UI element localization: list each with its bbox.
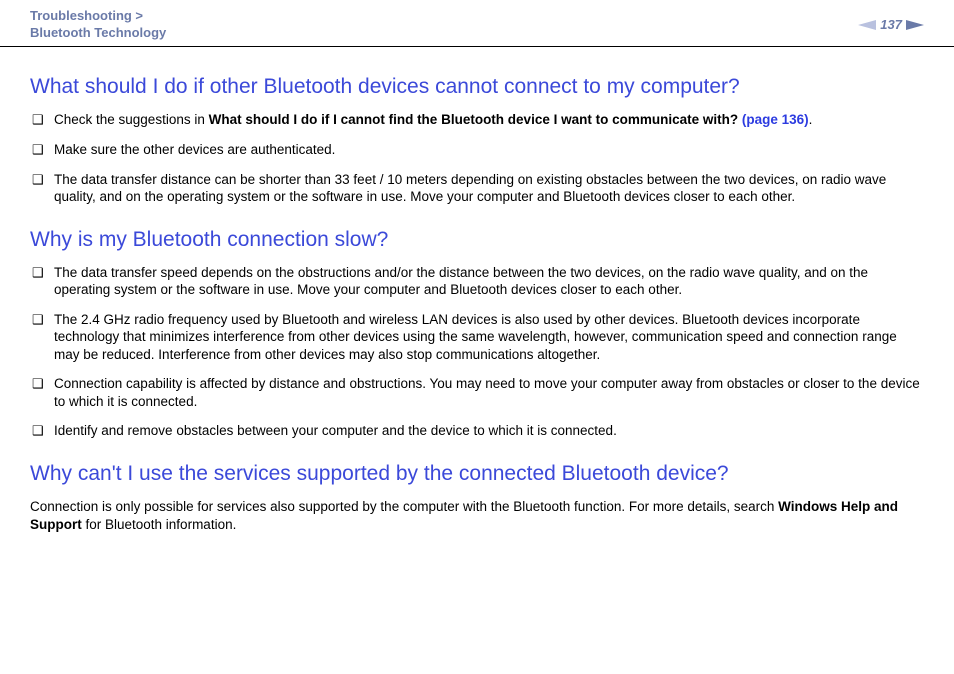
section-2-list: ❑ The data transfer speed depends on the… [30,264,924,441]
list-item-text: Identify and remove obstacles between yo… [54,422,924,440]
list-item-text: The 2.4 GHz radio frequency used by Blue… [54,311,924,364]
section-heading-3: Why can't I use the services supported b… [30,462,924,486]
list-item: ❑ The 2.4 GHz radio frequency used by Bl… [30,311,924,364]
list-item-text: Connection capability is affected by dis… [54,375,924,410]
list-item: ❑ Identify and remove obstacles between … [30,422,924,440]
prev-page-icon[interactable] [858,20,876,30]
list-item: ❑ Make sure the other devices are authen… [30,141,924,159]
bullet-icon: ❑ [30,311,54,329]
breadcrumb-line-1: Troubleshooting > [30,8,166,25]
list-item-text: The data transfer speed depends on the o… [54,264,924,299]
list-item: ❑ The data transfer distance can be shor… [30,171,924,206]
bullet-icon: ❑ [30,141,54,159]
list-item-text: Make sure the other devices are authenti… [54,141,924,159]
page-header: Troubleshooting > Bluetooth Technology 1… [0,0,954,47]
list-item: ❑ The data transfer speed depends on the… [30,264,924,299]
bullet-icon: ❑ [30,264,54,282]
next-page-icon[interactable] [906,20,924,30]
section-heading-2: Why is my Bluetooth connection slow? [30,228,924,252]
list-item-text: Check the suggestions in What should I d… [54,111,924,129]
breadcrumb: Troubleshooting > Bluetooth Technology [30,8,166,42]
section-3-paragraph: Connection is only possible for services… [30,498,924,533]
bullet-icon: ❑ [30,171,54,189]
page-nav: 137 [858,17,924,32]
breadcrumb-line-2: Bluetooth Technology [30,25,166,42]
list-item: ❑ Check the suggestions in What should I… [30,111,924,129]
page-136-link[interactable]: (page 136) [742,112,809,127]
section-1-list: ❑ Check the suggestions in What should I… [30,111,924,206]
bullet-icon: ❑ [30,111,54,129]
page-content: What should I do if other Bluetooth devi… [0,47,954,534]
bullet-icon: ❑ [30,422,54,440]
bullet-icon: ❑ [30,375,54,393]
list-item: ❑ Connection capability is affected by d… [30,375,924,410]
page-number: 137 [880,17,902,32]
list-item-text: The data transfer distance can be shorte… [54,171,924,206]
section-heading-1: What should I do if other Bluetooth devi… [30,75,924,99]
